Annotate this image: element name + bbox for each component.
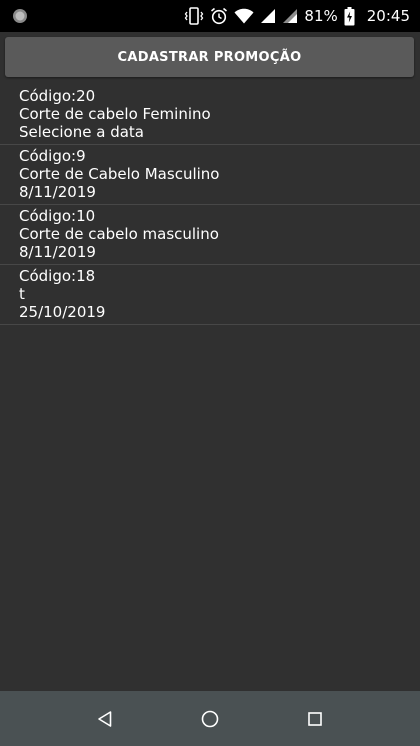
list-item[interactable]: Código:20 Corte de cabelo Feminino Selec…: [0, 85, 420, 145]
promotion-description: Corte de cabelo masculino: [19, 225, 219, 243]
recents-icon: [308, 711, 322, 726]
battery-percent: 81%: [304, 6, 338, 25]
battery-charging-icon: [344, 6, 355, 25]
vibrate-icon: [185, 7, 204, 25]
back-icon: [98, 710, 112, 727]
promotion-date: 8/11/2019: [19, 243, 96, 261]
navigation-bar: [0, 691, 420, 746]
cell-signal-icon: [261, 9, 276, 23]
promotion-code: Código:9: [19, 147, 86, 165]
list-item[interactable]: Código:9 Corte de Cabelo Masculino 8/11/…: [0, 145, 420, 205]
promotion-date: Selecione a data: [19, 123, 144, 141]
home-icon: [201, 710, 219, 727]
promotion-description: Corte de cabelo Feminino: [19, 105, 211, 123]
wifi-icon: [234, 8, 254, 24]
promotion-date: 8/11/2019: [19, 183, 96, 201]
list-item[interactable]: Código:18 t 25/10/2019: [0, 265, 420, 325]
alarm-clock-icon: [211, 7, 228, 25]
status-bar: 81% 20:45: [0, 0, 420, 32]
cadastrar-promocao-button[interactable]: CADASTRAR PROMOÇÃO: [5, 37, 414, 77]
back-button[interactable]: [75, 691, 135, 746]
main-content: CADASTRAR PROMOÇÃO Código:20 Corte de ca…: [0, 32, 420, 691]
promotion-code: Código:10: [19, 207, 96, 225]
promotion-date: 25/10/2019: [19, 303, 106, 321]
home-button[interactable]: [180, 691, 240, 746]
camera-dot-icon: [13, 9, 27, 23]
cell-signal-icon: [283, 9, 298, 23]
promotion-description: t: [19, 285, 25, 303]
promotion-description: Corte de Cabelo Masculino: [19, 165, 220, 183]
promotion-code: Código:20: [19, 87, 96, 105]
clock: 20:45: [366, 6, 410, 25]
recents-button[interactable]: [285, 691, 345, 746]
promotion-list: Código:20 Corte de cabelo Feminino Selec…: [0, 85, 420, 325]
list-item[interactable]: Código:10 Corte de cabelo masculino 8/11…: [0, 205, 420, 265]
promotion-code: Código:18: [19, 267, 96, 285]
